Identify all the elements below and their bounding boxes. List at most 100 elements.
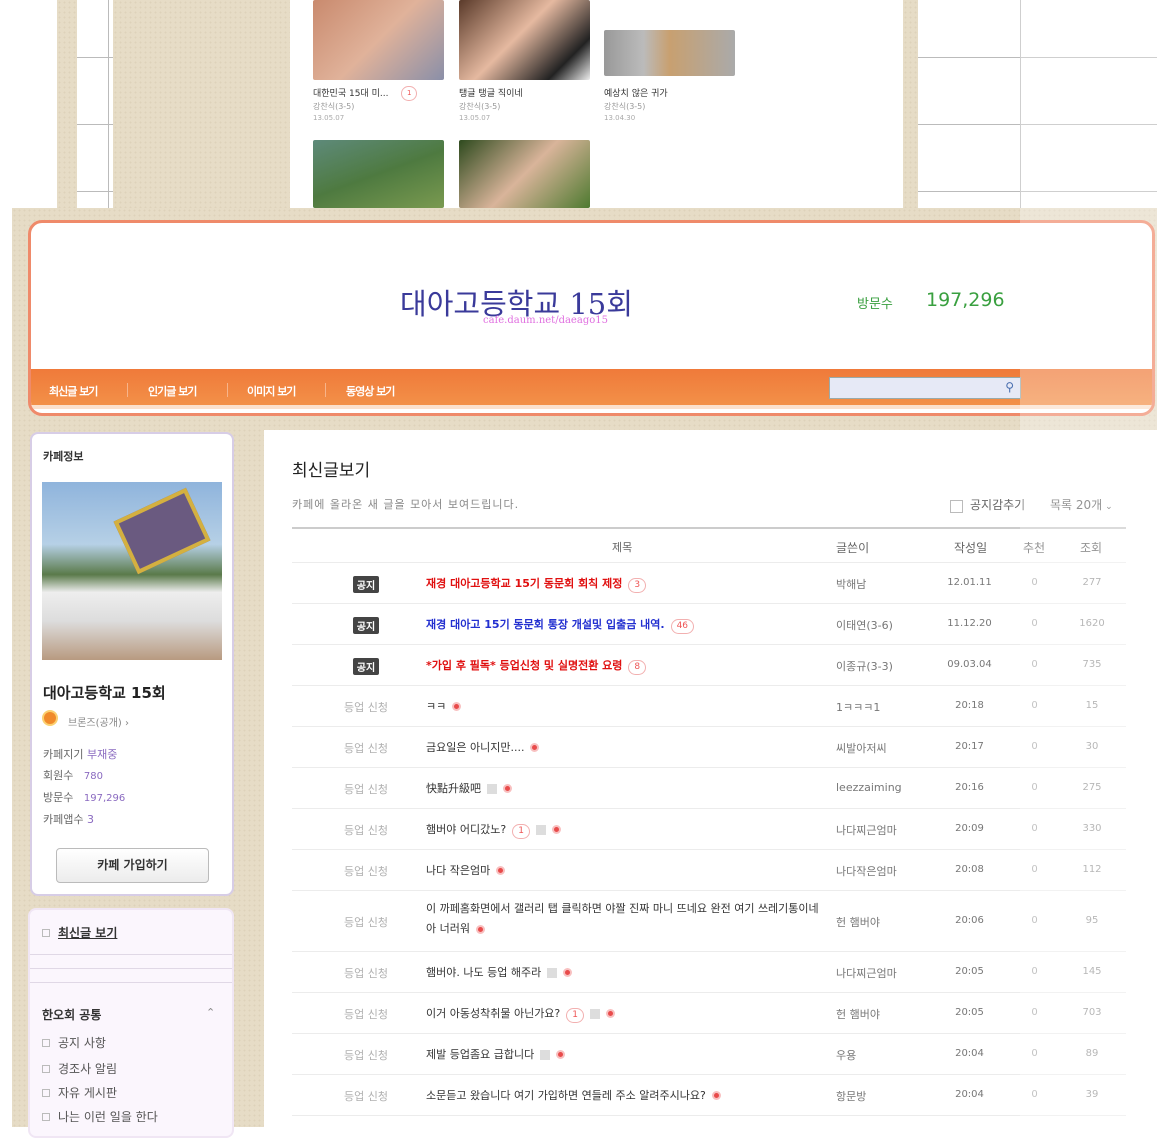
post-title[interactable]: 햄버야. 나도 등업 해주라 [426, 966, 541, 979]
table-row[interactable]: 등업 신청 햄버야. 나도 등업 해주라 나다찌근엄마 20:05 0 145 [292, 952, 1126, 993]
nav-popular-posts[interactable]: 인기글 보기 [148, 383, 197, 399]
post-recommend: 0 [1031, 1047, 1038, 1059]
nav-recent-posts[interactable]: 최신글 보기 [49, 383, 98, 399]
cafe-url[interactable]: cafe.daum.net/daeago15 [483, 315, 608, 326]
gallery-thumbnail[interactable] [313, 140, 444, 208]
cafe-stats: 카페지기 부재중 회원수 780 방문수 197,296 카페앱수 3 [43, 744, 125, 830]
gallery-thumbnail[interactable] [604, 30, 735, 76]
hide-notice-checkbox[interactable] [950, 500, 963, 513]
bullet-icon [42, 1065, 50, 1073]
table-row[interactable]: 공지 재경 대아고 15기 동문회 통장 개설및 입출금 내역. 46 이태연(3… [292, 604, 1126, 645]
gallery-thumbnail[interactable] [459, 0, 590, 80]
post-author[interactable]: 1ㅋㅋㅋ1 [836, 699, 880, 715]
table-row[interactable]: 등업 신청 ㅋㅋ 1ㅋㅋㅋ1 20:18 0 15 [292, 686, 1126, 727]
post-title[interactable]: 快點升級吧 [426, 782, 481, 795]
cafe-grade[interactable]: 브론즈(공개) › [68, 714, 129, 729]
table-row[interactable]: 등업 신청 快點升級吧 leezzaiming 20:16 0 275 [292, 768, 1126, 809]
post-views: 275 [1082, 781, 1102, 793]
new-icon [503, 784, 512, 793]
image-icon [547, 967, 558, 978]
post-author[interactable]: 나다찌근엄마 [836, 822, 897, 838]
table-row[interactable]: 등업 신청 금요일은 아니지만.... 씨발아저씨 20:17 0 30 [292, 727, 1126, 768]
post-author[interactable]: 나다찌근엄마 [836, 965, 897, 981]
post-author[interactable]: 헌 햄버야 [836, 1006, 880, 1022]
post-views: 145 [1082, 965, 1102, 977]
gallery-title[interactable]: 탱글 탱글 직이네 [459, 86, 523, 99]
comment-count[interactable]: 46 [670, 618, 695, 634]
post-recommend: 0 [1031, 781, 1038, 793]
table-row[interactable]: 등업 신청 나다 작은엄마 나다작은엄마 20:08 0 112 [292, 850, 1126, 891]
join-cafe-button[interactable]: 카페 가입하기 [56, 848, 209, 883]
post-author[interactable]: 박해남 [836, 576, 866, 592]
post-author[interactable]: 나다작은엄마 [836, 863, 897, 879]
post-recommend: 0 [1031, 914, 1038, 926]
post-title[interactable]: 제발 등업좀요 급합니다 [426, 1048, 534, 1061]
nav-videos[interactable]: 동영상 보기 [346, 383, 395, 399]
blank-panel [0, 208, 12, 1127]
post-title[interactable]: 재경 대아고 15기 동문회 통장 개설및 입출금 내역. [426, 618, 665, 631]
menu-group-title[interactable]: 한오회 공통 [42, 1006, 101, 1023]
comment-count[interactable]: 8 [628, 659, 647, 675]
table-row[interactable]: 등업 신청 햄버야 어디갔노? 1 나다찌근엄마 20:09 0 330 [292, 809, 1126, 850]
table-row[interactable]: 등업 신청 제발 등업좀요 급합니다 우용 20:04 0 89 [292, 1034, 1126, 1075]
post-title[interactable]: 재경 대아고등학교 15기 동문회 회칙 제정 [426, 577, 622, 590]
search-input[interactable]: ⚲ [829, 377, 1021, 399]
status-label: 등업 신청 [344, 700, 388, 714]
post-author[interactable]: 이종규(3-3) [836, 658, 893, 674]
post-title[interactable]: 이거 아동성착취물 아닌가요? [426, 1007, 560, 1020]
gallery-title[interactable]: 예상치 않은 귀가 [604, 86, 668, 99]
table-row[interactable]: 등업 신청 이거 아동성착취물 아닌가요? 1 헌 햄버야 20:05 0 703 [292, 993, 1126, 1034]
bullet-icon [42, 929, 50, 937]
post-date: 20:09 [955, 822, 984, 834]
bullet-icon [42, 1113, 50, 1121]
post-recommend: 0 [1031, 965, 1038, 977]
new-icon [711, 1091, 721, 1100]
post-author[interactable]: 씨발아저씨 [836, 740, 887, 756]
post-title[interactable]: *가입 후 필독* 등업신청 및 실명전환 요령 [426, 659, 622, 672]
search-icon[interactable]: ⚲ [1005, 380, 1014, 394]
post-title[interactable]: 나다 작은엄마 [426, 864, 490, 877]
table-row[interactable]: 공지 재경 대아고등학교 15기 동문회 회칙 제정 3 박해남 12.01.11… [292, 563, 1126, 604]
nav-images[interactable]: 이미지 보기 [247, 383, 296, 399]
gallery-author: 강찬식(3-5) [313, 102, 355, 111]
notice-badge: 공지 [352, 616, 380, 634]
comment-count[interactable]: 1 [566, 1007, 585, 1023]
post-author[interactable]: 우용 [836, 1047, 856, 1063]
comment-count[interactable]: 3 [628, 577, 647, 593]
menu-recent-posts[interactable]: 최신글 보기 [42, 924, 117, 941]
post-title[interactable]: ㅋㅋ [426, 700, 446, 713]
post-views: 330 [1082, 822, 1102, 834]
post-author[interactable]: 이태연(3-6) [836, 617, 893, 633]
post-title[interactable]: 금요일은 아니지만.... [426, 741, 524, 754]
post-author[interactable]: 항문방 [836, 1088, 866, 1104]
menu-item[interactable]: 나는 이런 일을 한다 [42, 1108, 158, 1125]
post-recommend: 0 [1031, 1006, 1038, 1018]
flag-icon [113, 487, 211, 575]
col-recommend: 추천 [1023, 541, 1046, 555]
post-views: 15 [1085, 699, 1099, 711]
post-author[interactable]: 헌 햄버야 [836, 914, 880, 930]
gallery-title[interactable]: 대한민국 15대 미... [313, 86, 388, 99]
hide-notice-label[interactable]: 공지감추기 [970, 496, 1025, 513]
list-count-select[interactable]: 목록 20개 ⌄ [1050, 496, 1113, 513]
gallery-thumbnail[interactable] [459, 140, 590, 208]
post-views: 89 [1085, 1047, 1099, 1059]
menu-item[interactable]: 공지 사항 [42, 1034, 106, 1051]
grid-panel [77, 0, 113, 208]
table-row[interactable]: 공지 *가입 후 필독* 등업신청 및 실명전환 요령 8 이종규(3-3) 09… [292, 645, 1126, 686]
menu-item[interactable]: 경조사 알림 [42, 1060, 117, 1077]
collapse-chevron-icon[interactable]: ⌃ [206, 1006, 215, 1019]
post-title[interactable]: 소문듣고 왔습니다 여기 가입하면 연들레 주소 알려주시나요? [426, 1089, 706, 1102]
post-recommend: 0 [1031, 1088, 1038, 1100]
menu-item[interactable]: 자유 게시판 [42, 1084, 117, 1101]
gallery-thumbnail[interactable] [313, 0, 444, 80]
table-row[interactable]: 등업 신청 이 까페홈화면에서 갤러리 탭 클릭하면 야짤 진짜 마니 뜨네요 … [292, 891, 1126, 952]
table-row[interactable]: 등업 신청 소문듣고 왔습니다 여기 가입하면 연들레 주소 알려주시나요? 항… [292, 1075, 1126, 1116]
apps-value: 3 [86, 813, 94, 826]
post-title[interactable]: 햄버야 어디갔노? [426, 823, 506, 836]
comment-count[interactable]: 1 [512, 823, 530, 839]
post-date: 20:04 [955, 1047, 984, 1059]
post-recommend: 0 [1031, 699, 1038, 711]
page-subtitle: 카페에 올라온 새 글을 모아서 보여드립니다. [292, 498, 520, 511]
post-author[interactable]: leezzaiming [836, 781, 902, 794]
